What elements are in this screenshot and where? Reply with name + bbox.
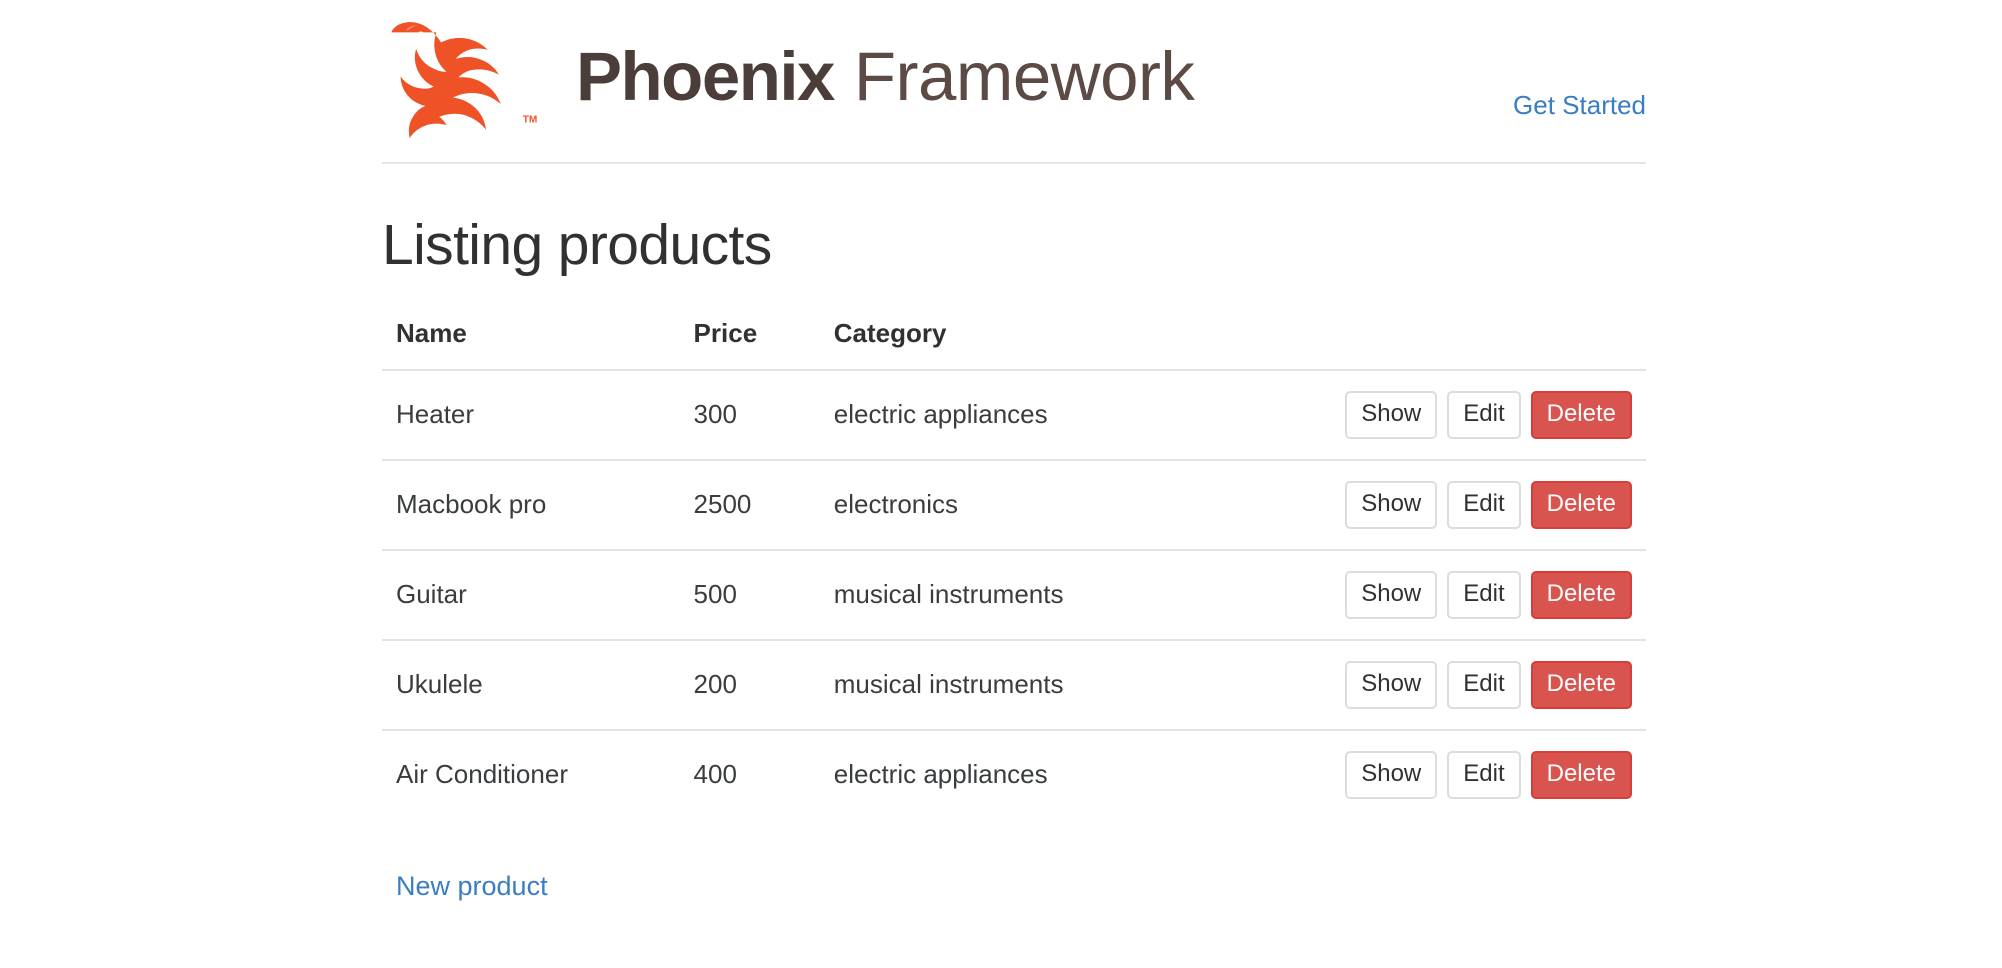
table-row: Ukulele 200 musical instruments Show Edi… xyxy=(382,639,1646,731)
cell-price: 300 xyxy=(693,369,834,461)
brand[interactable]: TM Phoenix Framework xyxy=(382,14,1195,138)
table-row: Macbook pro 2500 electronics Show Edit D… xyxy=(382,459,1646,551)
table-body: Heater 300 electric appliances Show Edit… xyxy=(382,369,1646,819)
cell-category: musical instruments xyxy=(833,549,1346,641)
show-button[interactable]: Show xyxy=(1345,660,1438,709)
new-product-link[interactable]: New product xyxy=(396,871,548,901)
delete-button[interactable]: Delete xyxy=(1530,660,1632,709)
row-actions: Show Edit Delete xyxy=(1345,750,1646,799)
row-actions: Show Edit Delete xyxy=(1345,390,1646,439)
show-button[interactable]: Show xyxy=(1345,390,1438,439)
brand-subtitle: Framework xyxy=(853,37,1195,115)
show-button[interactable]: Show xyxy=(1345,750,1438,799)
cell-category: electric appliances xyxy=(833,759,1048,790)
cell-name: Macbook pro xyxy=(382,459,694,551)
cell-name: Ukulele xyxy=(382,639,694,731)
cell-actions: Show Edit Delete xyxy=(1345,459,1646,551)
cell-price: 400 xyxy=(693,759,737,790)
column-header-price: Price xyxy=(693,317,834,371)
content-container: TM Phoenix Framework Get Started Listing… xyxy=(382,0,1646,902)
edit-button[interactable]: Edit xyxy=(1447,570,1521,619)
app-page: TM Phoenix Framework Get Started Listing… xyxy=(0,0,2002,968)
products-table: Name Price Category Heater 300 electric … xyxy=(382,317,1646,819)
cell-actions: Show Edit Delete xyxy=(1345,369,1646,461)
delete-button[interactable]: Delete xyxy=(1530,570,1632,619)
cell-category: electronics xyxy=(833,459,1346,551)
edit-button[interactable]: Edit xyxy=(1447,660,1521,709)
table-head: Name Price Category xyxy=(382,317,1646,371)
cell-actions: Show Edit Delete xyxy=(1345,730,1646,819)
trademark-mark: TM xyxy=(523,114,538,125)
delete-button[interactable]: Delete xyxy=(1530,390,1632,439)
row-actions: Show Edit Delete xyxy=(1345,660,1646,709)
phoenix-bird-logo-icon: TM xyxy=(382,14,568,138)
cell-name: Guitar xyxy=(382,549,694,641)
column-header-category: Category xyxy=(833,317,1346,371)
row-actions: Show Edit Delete xyxy=(1345,570,1646,619)
edit-button[interactable]: Edit xyxy=(1447,480,1521,529)
delete-button[interactable]: Delete xyxy=(1530,750,1632,799)
row-actions: Show Edit Delete xyxy=(1345,480,1646,529)
get-started-link[interactable]: Get Started xyxy=(1513,90,1646,120)
page-title: Listing products xyxy=(382,213,772,277)
main-content: Listing products Name Price Category Hea… xyxy=(382,164,1646,902)
cell-price: 2500 xyxy=(693,459,834,551)
show-button[interactable]: Show xyxy=(1345,480,1438,529)
table-row: Air Conditioner 400 electric appliances … xyxy=(382,730,1646,819)
new-product-wrap: New product xyxy=(382,871,1646,902)
show-button[interactable]: Show xyxy=(1345,570,1438,619)
header-nav: Get Started xyxy=(1513,90,1646,121)
cell-actions: Show Edit Delete xyxy=(1345,549,1646,641)
delete-button[interactable]: Delete xyxy=(1530,480,1632,529)
table-row: Heater 300 electric appliances Show Edit… xyxy=(382,369,1646,461)
site-header: TM Phoenix Framework Get Started xyxy=(382,0,1646,164)
cell-name: Air Conditioner xyxy=(396,759,568,790)
edit-button[interactable]: Edit xyxy=(1447,390,1521,439)
cell-category: musical instruments xyxy=(833,639,1346,731)
cell-actions: Show Edit Delete xyxy=(1345,639,1646,731)
column-header-actions xyxy=(1345,317,1646,371)
table-header-row: Name Price Category xyxy=(382,317,1646,371)
cell-price: 200 xyxy=(693,639,834,731)
cell-price: 500 xyxy=(693,549,834,641)
cell-category: electric appliances xyxy=(833,369,1346,461)
brand-name: Phoenix xyxy=(576,37,835,115)
column-header-name: Name xyxy=(382,317,694,371)
edit-button[interactable]: Edit xyxy=(1447,750,1521,799)
brand-wordmark: Phoenix Framework xyxy=(576,37,1195,115)
table-row: Guitar 500 musical instruments Show Edit… xyxy=(382,549,1646,641)
cell-name: Heater xyxy=(382,369,694,461)
